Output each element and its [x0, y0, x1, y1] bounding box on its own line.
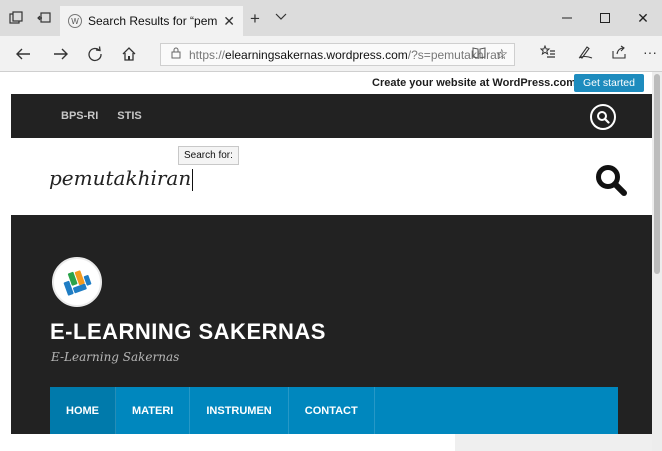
- search-submit-icon[interactable]: [594, 163, 628, 202]
- content-area: [11, 434, 657, 451]
- tab-title: Search Results for “pem: [88, 14, 218, 28]
- top-nav-item-bps-ri[interactable]: BPS-RI: [61, 110, 98, 122]
- new-tab-icon[interactable]: +: [250, 9, 260, 29]
- search-tooltip: Search for:: [178, 146, 239, 165]
- get-started-button[interactable]: Get started: [574, 74, 644, 92]
- menu-item-instrumen[interactable]: INSTRUMEN: [190, 387, 289, 434]
- back-arrow-icon[interactable]: [13, 44, 33, 64]
- close-window-icon[interactable]: ✕: [624, 0, 662, 36]
- sidebar-area: [455, 434, 657, 451]
- main-menu: HOME MATERI INSTRUMEN CONTACT: [50, 387, 618, 434]
- url-query: /?s=pemutakhiran: [407, 47, 504, 62]
- top-navigation: BPS-RI STIS: [61, 110, 142, 122]
- tab-actions-icon[interactable]: [8, 10, 24, 26]
- site-description: E-Learning Sakernas: [51, 350, 180, 364]
- set-tabs-aside-icon[interactable]: [36, 10, 52, 26]
- search-panel: pemutakhiran Search for:: [11, 138, 657, 215]
- site-logo[interactable]: [52, 257, 102, 307]
- maximize-icon[interactable]: [586, 0, 624, 36]
- chevron-down-icon[interactable]: [275, 10, 287, 24]
- scrollbar-thumb[interactable]: [654, 74, 660, 274]
- address-bar: https://elearningsakernas.wordpress.com/…: [0, 36, 662, 72]
- home-icon[interactable]: [119, 44, 139, 64]
- url-domain: elearningsakernas.wordpress.com: [225, 47, 408, 62]
- wordpress-promo-text[interactable]: Create your website at WordPress.com: [372, 77, 576, 89]
- favorite-star-icon[interactable]: ☆: [495, 46, 508, 63]
- search-icon: [597, 111, 610, 124]
- wordpress-favicon-icon: W: [68, 14, 82, 28]
- search-toggle-button[interactable]: [590, 104, 616, 130]
- favorites-list-icon[interactable]: [539, 44, 556, 62]
- more-options-icon[interactable]: ···: [643, 44, 657, 60]
- forward-arrow-icon[interactable]: [51, 44, 71, 64]
- menu-item-contact[interactable]: CONTACT: [289, 387, 375, 434]
- site-header: BPS-RI STIS pemutakhiran Search for: E-L…: [11, 94, 657, 451]
- share-icon[interactable]: [611, 45, 627, 62]
- url-scheme: https://: [189, 47, 226, 62]
- top-nav-item-stis[interactable]: STIS: [117, 110, 141, 122]
- browser-tab[interactable]: W Search Results for “pem ✕: [60, 6, 243, 36]
- bps-logo-icon: [63, 270, 92, 296]
- menu-item-home[interactable]: HOME: [50, 387, 116, 434]
- reading-view-icon[interactable]: [472, 47, 486, 62]
- close-tab-icon[interactable]: ✕: [223, 13, 235, 30]
- lock-icon: [171, 47, 181, 62]
- refresh-icon[interactable]: [85, 44, 105, 64]
- wordpress-promo-bar: Create your website at WordPress.com Get…: [0, 72, 662, 94]
- minimize-icon[interactable]: [548, 0, 586, 36]
- page-scrollbar[interactable]: [652, 72, 662, 451]
- text-caret: [192, 168, 194, 191]
- pen-icon[interactable]: [578, 45, 594, 62]
- browser-tab-bar: W Search Results for “pem ✕ + ✕: [0, 0, 662, 36]
- web-page: Create your website at WordPress.com Get…: [0, 72, 662, 451]
- menu-item-materi[interactable]: MATERI: [116, 387, 191, 434]
- search-input-text: pemutakhiran: [49, 166, 192, 190]
- search-input[interactable]: pemutakhiran: [49, 166, 194, 191]
- site-title[interactable]: E-LEARNING SAKERNAS: [50, 319, 326, 345]
- url-field[interactable]: https://elearningsakernas.wordpress.com/…: [160, 43, 515, 66]
